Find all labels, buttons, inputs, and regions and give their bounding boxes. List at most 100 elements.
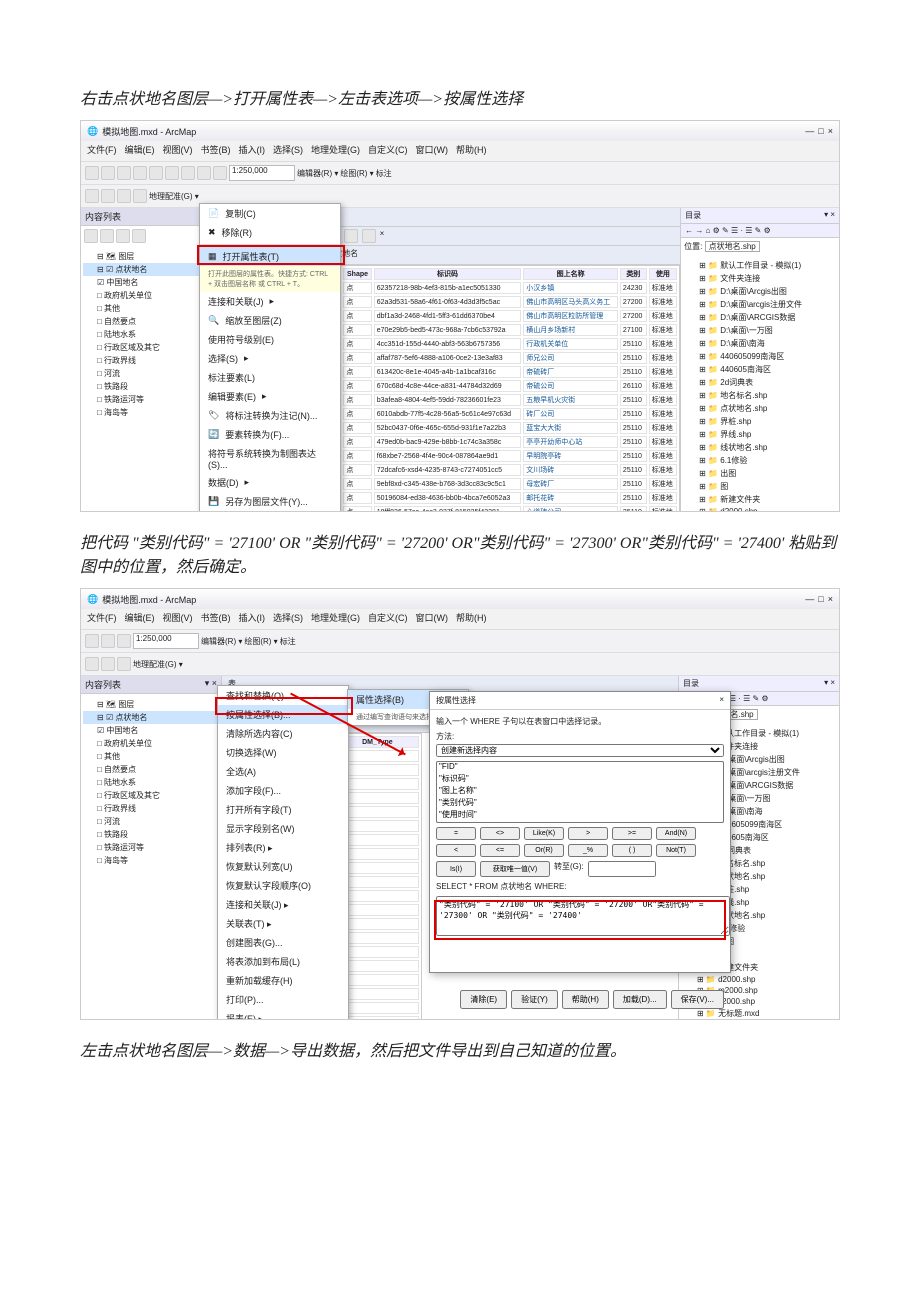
op-not[interactable]: Not(T) bbox=[656, 844, 696, 857]
layer-other[interactable]: □ 其他 bbox=[83, 302, 217, 315]
dlg-method-select[interactable]: 创建新选择内容 bbox=[436, 744, 724, 757]
cm-convert-feat[interactable]: 🔄 要素转换为(F)... bbox=[200, 425, 340, 444]
op-is[interactable]: Is(I) bbox=[436, 861, 476, 877]
mi-join[interactable]: 连接和关联(J) ▸ bbox=[218, 895, 348, 914]
mi-add-field[interactable]: 添加字段(F)... bbox=[218, 781, 348, 800]
op-eq[interactable]: = bbox=[436, 827, 476, 840]
layer-rail[interactable]: □ 铁路段 bbox=[83, 380, 217, 393]
menu-insert[interactable]: 插入(I) bbox=[239, 143, 266, 159]
layer-point-names-2[interactable]: ⊟ ☑ 点状地名 bbox=[83, 711, 219, 724]
mi-open-cols[interactable]: 打开所有字段(T) bbox=[218, 800, 348, 819]
list-by-drawing-icon[interactable] bbox=[84, 229, 98, 243]
scale-combo[interactable]: 1:250,000 bbox=[229, 165, 295, 181]
toc-root[interactable]: ⊟ 🗺 图层 bbox=[83, 250, 217, 263]
btn-save[interactable]: 保存(V)... bbox=[671, 990, 724, 1009]
cm-join[interactable]: 连接和关联(J) ▸ bbox=[200, 292, 340, 311]
mi-restore-o[interactable]: 恢复默认字段顺序(O) bbox=[218, 876, 348, 895]
cm-remove[interactable]: ✖ 移除(R) bbox=[200, 223, 340, 242]
col-name[interactable]: 图上名称 bbox=[523, 268, 618, 280]
menu-window[interactable]: 窗口(W) bbox=[416, 143, 449, 159]
label-toolbar[interactable]: 标注 bbox=[376, 168, 392, 179]
cm-edit[interactable]: 编辑要素(E) ▸ bbox=[200, 387, 340, 406]
window-maximize[interactable]: □ bbox=[818, 594, 823, 604]
window-close[interactable]: × bbox=[828, 126, 833, 136]
cm-symbollevel[interactable]: 使用符号级别(E) bbox=[200, 330, 340, 349]
dlg-field-list[interactable]: "FID""标识码""图上名称""类别代码""使用时间" bbox=[436, 761, 724, 823]
mi-clear-sel[interactable]: 清除所选内容(C) bbox=[218, 724, 348, 743]
layer-nature[interactable]: □ 自然要点 bbox=[83, 315, 217, 328]
btn-verify[interactable]: 验证(Y) bbox=[511, 990, 558, 1009]
catalog-location[interactable]: 点状地名.shp bbox=[705, 241, 760, 252]
cut-icon[interactable] bbox=[149, 166, 163, 180]
draw-toolbar[interactable]: 绘图(R) ▾ bbox=[340, 168, 373, 179]
op-ge[interactable]: >= bbox=[612, 827, 652, 840]
mi-sort[interactable]: 排列表(R) ▸ bbox=[218, 838, 348, 857]
layer-gov[interactable]: □ 政府机关单位 bbox=[83, 289, 217, 302]
undo-icon[interactable] bbox=[197, 166, 211, 180]
cm-label[interactable]: 标注要素(L) bbox=[200, 368, 340, 387]
mi-report[interactable]: 报表(E) ▸ bbox=[218, 1009, 348, 1020]
zoomin-icon[interactable] bbox=[85, 189, 99, 203]
menu-bar[interactable]: 文件(F) 编辑(E) 视图(V) 书签(B) 插入(I) 选择(S) 地理处理… bbox=[81, 141, 839, 162]
pan-icon[interactable] bbox=[117, 189, 131, 203]
attribute-table[interactable]: FID Shape 标识码 图上名称 类别 使用 1点62357218-98b-… bbox=[320, 265, 680, 512]
layer-island[interactable]: □ 海岛等 bbox=[83, 406, 217, 419]
zoomout-icon[interactable] bbox=[101, 189, 115, 203]
redo-icon[interactable] bbox=[213, 166, 227, 180]
col-use[interactable]: 使用 bbox=[649, 268, 677, 280]
catalog-toolbar[interactable]: ← → ⌂ ⚙ ✎ ☰ · ☰ ✎ ⚙ bbox=[681, 224, 839, 238]
layer-point-names[interactable]: ⊟ ☑ 点状地名 bbox=[83, 263, 217, 276]
cm-save-lyr[interactable]: 💾 另存为图层文件(Y)... bbox=[200, 492, 340, 511]
cm-open-attr-table[interactable]: ▦ 打开属性表(T) bbox=[200, 247, 340, 266]
mi-related[interactable]: 关联表(T) ▸ bbox=[218, 914, 348, 933]
table-tab[interactable]: 点状地名 bbox=[320, 246, 680, 265]
layer-river[interactable]: □ 河流 bbox=[83, 367, 217, 380]
menu-edit[interactable]: 编辑(E) bbox=[125, 143, 155, 159]
list-by-selection-icon[interactable] bbox=[132, 229, 146, 243]
cm-selection[interactable]: 选择(S) ▸ bbox=[200, 349, 340, 368]
mi-restore-w[interactable]: 恢复默认列宽(U) bbox=[218, 857, 348, 876]
window-close[interactable]: × bbox=[828, 594, 833, 604]
op-and[interactable]: And(N) bbox=[656, 827, 696, 840]
print-icon[interactable] bbox=[133, 166, 147, 180]
georef-toolbar[interactable]: 地理配准(G) ▾ bbox=[149, 191, 199, 202]
layer-boundary[interactable]: □ 行政界线 bbox=[83, 354, 217, 367]
cm-copy[interactable]: 📄 复制(C) bbox=[200, 204, 340, 223]
col-class[interactable]: 类别 bbox=[620, 268, 647, 280]
col-shape[interactable]: Shape bbox=[343, 268, 371, 280]
menu-select[interactable]: 选择(S) bbox=[273, 143, 303, 159]
op-pct[interactable]: _% bbox=[568, 844, 608, 857]
menu-customize[interactable]: 自定义(C) bbox=[368, 143, 408, 159]
window-maximize[interactable]: □ bbox=[818, 126, 823, 136]
layer-water[interactable]: □ 陆地水系 bbox=[83, 328, 217, 341]
op-like[interactable]: Like(K) bbox=[524, 827, 564, 840]
col-code[interactable]: 标识码 bbox=[374, 268, 522, 280]
new-icon[interactable] bbox=[85, 166, 99, 180]
mi-switch-sel[interactable]: 切换选择(W) bbox=[218, 743, 348, 762]
menu-view[interactable]: 视图(V) bbox=[163, 143, 193, 159]
list-by-visibility-icon[interactable] bbox=[116, 229, 130, 243]
layer-rail2[interactable]: □ 铁路运河等 bbox=[83, 393, 217, 406]
op-ne[interactable]: <> bbox=[480, 827, 520, 840]
op-le[interactable]: <= bbox=[480, 844, 520, 857]
op-unique[interactable]: 获取唯一值(V) bbox=[480, 861, 550, 877]
save-icon[interactable] bbox=[117, 166, 131, 180]
menu-file[interactable]: 文件(F) bbox=[87, 143, 117, 159]
op-gt[interactable]: > bbox=[568, 827, 608, 840]
btn-load[interactable]: 加载(D)... bbox=[613, 990, 667, 1009]
paste-icon[interactable] bbox=[181, 166, 195, 180]
mi-reload[interactable]: 重新加载缓存(H) bbox=[218, 971, 348, 990]
layer-china-names[interactable]: ☑ 中国地名 bbox=[83, 276, 217, 289]
cm-data[interactable]: 数据(D) ▸ bbox=[200, 473, 340, 492]
op-or[interactable]: Or(R) bbox=[524, 844, 564, 857]
mi-print[interactable]: 打印(P)... bbox=[218, 990, 348, 1009]
editor-toolbar[interactable]: 编辑器(R) ▾ bbox=[297, 168, 338, 179]
menu-help[interactable]: 帮助(H) bbox=[456, 143, 487, 159]
catalog-tree[interactable]: ⊞ 📁 默认工作目录 - 模拟(1)⊞ 📁 文件夹连接⊞ 📁 D:\桌面\Arc… bbox=[681, 255, 839, 512]
mi-show-alias[interactable]: 显示字段别名(W) bbox=[218, 819, 348, 838]
op-lt[interactable]: < bbox=[436, 844, 476, 857]
window-minimize[interactable]: — bbox=[805, 126, 814, 136]
dlg-close-icon[interactable]: × bbox=[719, 695, 724, 706]
mi-graph[interactable]: 创建图表(G)... bbox=[218, 933, 348, 952]
mi-add-layout[interactable]: 将表添加到布局(L) bbox=[218, 952, 348, 971]
